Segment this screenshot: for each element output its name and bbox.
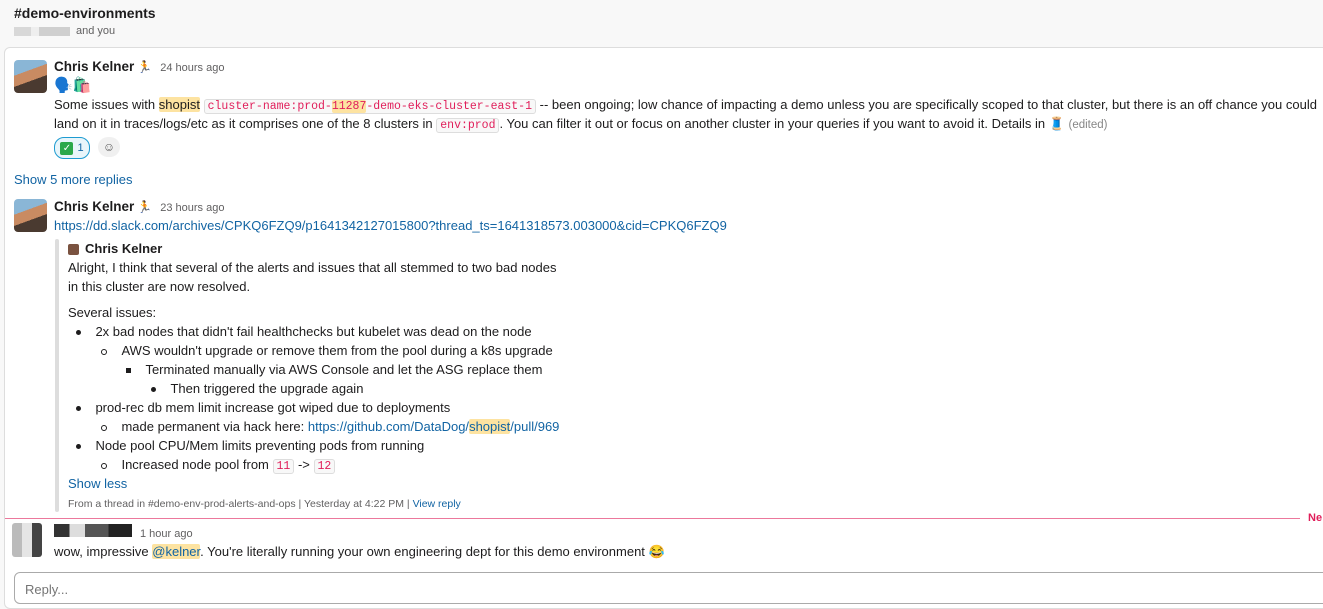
inline-code: 12 (313, 459, 336, 474)
avatar[interactable] (14, 199, 47, 232)
show-less-link[interactable]: Show less (68, 474, 127, 493)
list-item: 2x bad nodes that didn't fail healthchec… (76, 322, 532, 341)
avatar-icon (68, 244, 79, 256)
inline-code: env:prod (436, 118, 500, 133)
reaction-count: 1 (77, 142, 84, 154)
list-item: Then triggered the upgrade again (151, 379, 363, 398)
inline-code: cluster-name:prod-11287-demo-eks-cluster… (203, 99, 536, 114)
message-header: 1 hour ago (54, 523, 193, 544)
author-name-blurred[interactable] (54, 524, 132, 537)
checkmark-icon: ✓ (60, 141, 74, 155)
quote-footer: From a thread in #demo-env-prod-alerts-a… (68, 498, 461, 510)
top-emojis: 🗣️🛍️ (54, 77, 92, 94)
avatar[interactable] (12, 523, 42, 557)
author-name[interactable]: Chris Kelner (54, 59, 134, 74)
list-item: made permanent via hack here: https://gi… (101, 417, 559, 436)
quote-line: Alright, I think that several of the ale… (68, 260, 557, 275)
members-suffix: and you (76, 25, 116, 37)
channel-name[interactable]: #demo-environments (14, 5, 156, 21)
thread-emoji: 🧵 (1048, 116, 1065, 131)
list-item: prod-rec db mem limit increase got wiped… (76, 398, 450, 417)
quote-author: Chris Kelner (68, 239, 162, 258)
reply-box[interactable] (14, 572, 1323, 604)
member-avatars-blurred (14, 26, 70, 36)
add-reaction-icon[interactable]: ☺ (98, 137, 120, 157)
quote-bar (55, 239, 59, 512)
status-emoji: 🏃 (137, 60, 153, 74)
message-header: Chris Kelner 🏃 24 hours ago (54, 57, 224, 78)
avatar[interactable] (14, 60, 47, 93)
user-mention[interactable]: @kelner (152, 544, 201, 559)
reaction-checkmark[interactable]: ✓ 1 (54, 137, 90, 159)
channel-header: #demo-environments and you (14, 5, 156, 37)
show-more-replies[interactable]: Show 5 more replies (14, 170, 133, 189)
message-link: https://dd.slack.com/archives/CPKQ6FZQ9/… (54, 218, 727, 233)
message-text: wow, impressive @kelner. You're literall… (54, 544, 665, 559)
inline-code: 11 (272, 459, 295, 474)
channel-members[interactable]: and you (14, 25, 156, 37)
quote-line: in this cluster are now resolved. (68, 279, 251, 294)
message-text-line-2: land on it in traces/logs/etc as it comp… (54, 116, 1108, 133)
new-messages-divider (5, 518, 1300, 519)
message-text-line-1: Some issues with shopist cluster-name:pr… (54, 97, 1317, 114)
timestamp[interactable]: 24 hours ago (160, 62, 224, 74)
list-item: Increased node pool from 11 -> 12 (101, 455, 336, 476)
new-label: Ne (1308, 512, 1323, 524)
list-item: AWS wouldn't upgrade or remove them from… (101, 341, 553, 360)
view-reply-link[interactable]: View reply (413, 498, 461, 510)
laughing-emoji: 😂 (648, 544, 665, 559)
edited-label: (edited) (1068, 119, 1108, 131)
list-item: Terminated manually via AWS Console and … (126, 360, 542, 379)
timestamp[interactable]: 1 hour ago (140, 528, 193, 540)
quote-line: Several issues: (68, 305, 157, 320)
status-emoji: 🏃 (137, 200, 153, 214)
github-link[interactable]: https://github.com/DataDog/shopist/pull/… (308, 419, 559, 434)
search-highlight: shopist (158, 97, 200, 112)
author-name[interactable]: Chris Kelner (54, 199, 134, 214)
list-item: Node pool CPU/Mem limits preventing pods… (76, 436, 424, 455)
timestamp[interactable]: 23 hours ago (160, 202, 224, 214)
message-header: Chris Kelner 🏃 23 hours ago (54, 197, 224, 218)
